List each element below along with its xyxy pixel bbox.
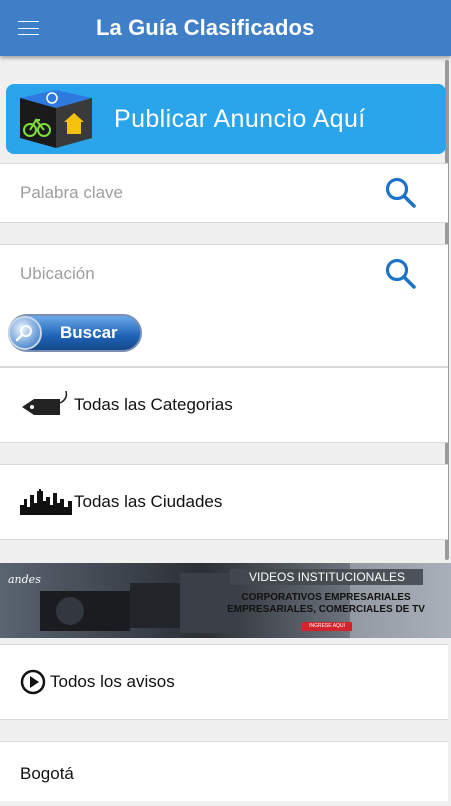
keyword-field[interactable]: Palabra clave bbox=[0, 163, 448, 223]
classifieds-cube-logo-icon bbox=[20, 90, 92, 148]
banner-heading: VIDEOS INSTITUCIONALES bbox=[248, 570, 406, 584]
banner-line2: EMPRESARIALES, COMERCIALES DE TV bbox=[227, 604, 425, 615]
location-field[interactable]: Ubicación bbox=[0, 244, 448, 304]
app-bar: La Guía Clasificados bbox=[0, 0, 451, 56]
all-categories-item[interactable]: Todas las Categorias bbox=[0, 367, 448, 443]
location-input[interactable]: Ubicación bbox=[20, 264, 95, 284]
all-cities-label: Todas las Ciudades bbox=[74, 492, 223, 511]
hamburger-menu-icon[interactable] bbox=[18, 18, 48, 38]
play-icon bbox=[20, 669, 46, 695]
city-item-bogota[interactable]: Bogotá bbox=[0, 741, 448, 801]
publish-ad-label: Publicar Anuncio Aquí bbox=[114, 104, 366, 133]
banner-line1: CORPORATIVOS EMPRESARIALES bbox=[241, 592, 411, 603]
all-categories-label: Todas las Categorias bbox=[74, 395, 233, 414]
all-ads-label: Todos los avisos bbox=[50, 672, 175, 691]
city-bogota-label: Bogotá bbox=[20, 764, 74, 783]
all-ads-item[interactable]: Todos los avisos bbox=[0, 644, 448, 720]
keyword-input[interactable]: Palabra clave bbox=[20, 183, 123, 203]
app-title: La Guía Clasificados bbox=[96, 15, 315, 40]
location-search-icon[interactable] bbox=[384, 257, 418, 291]
city-skyline-icon bbox=[20, 489, 72, 515]
tag-icon bbox=[22, 390, 68, 415]
all-cities-item[interactable]: Todas las Ciudades bbox=[0, 464, 448, 540]
publish-ad-button[interactable]: Publicar Anuncio Aquí bbox=[6, 84, 446, 154]
banner-brand: andes bbox=[8, 573, 41, 586]
search-icon[interactable] bbox=[384, 176, 418, 210]
banner-cta-button[interactable]: INGRESE AQUI bbox=[302, 622, 352, 631]
ad-banner[interactable]: andes VIDEOS INSTITUCIONALES CORPORATIVO… bbox=[0, 563, 451, 638]
magnifier-icon bbox=[8, 316, 42, 350]
buscar-button[interactable]: Buscar bbox=[8, 314, 142, 352]
buscar-label: Buscar bbox=[60, 323, 118, 342]
